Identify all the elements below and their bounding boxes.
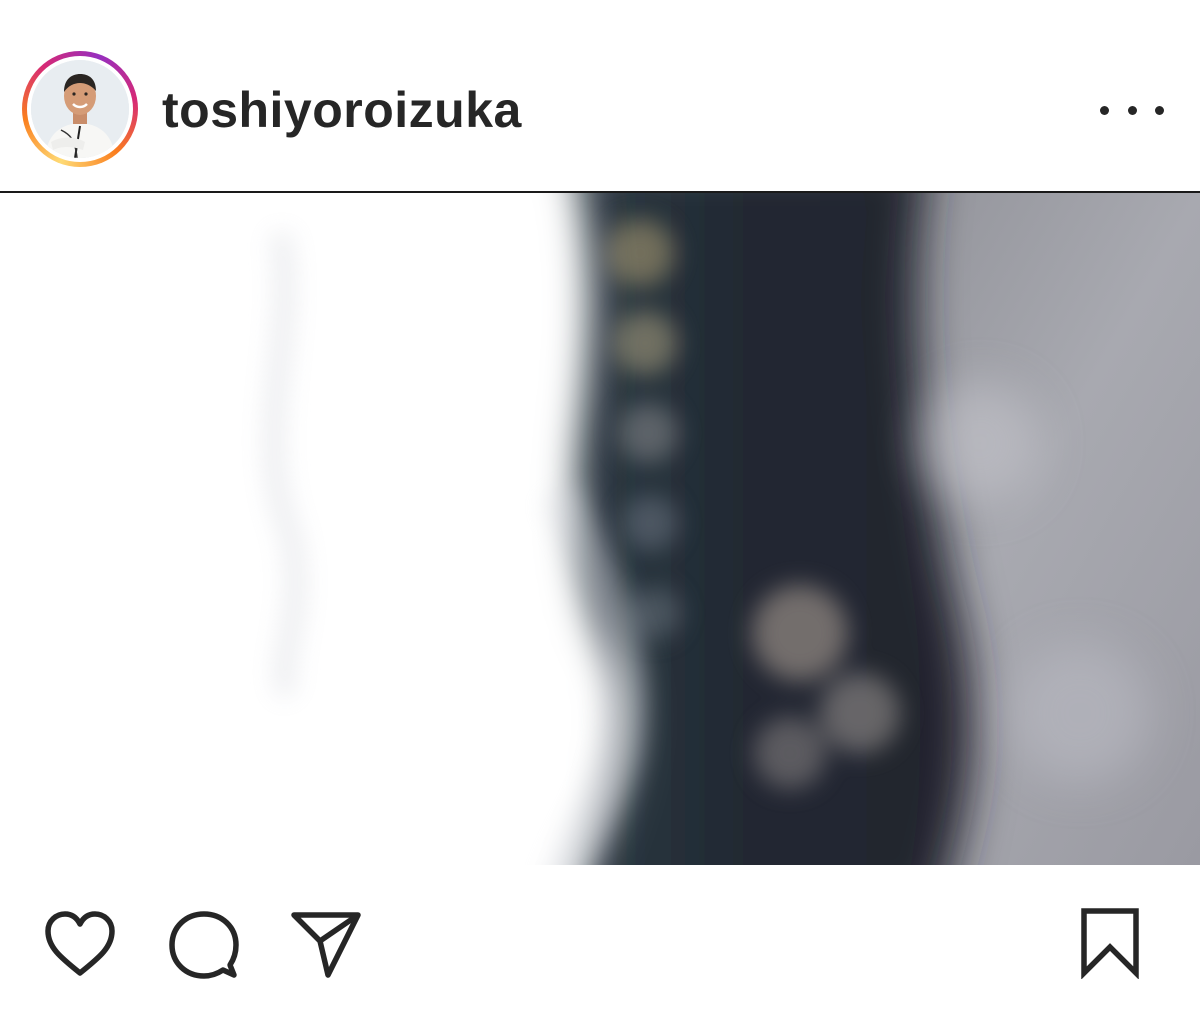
action-bar (0, 865, 1200, 1018)
share-button[interactable] (290, 909, 362, 981)
more-dot-icon (1100, 105, 1109, 115)
post-header: toshiyoroizuka (0, 0, 1200, 192)
username[interactable]: toshiyoroizuka (162, 82, 522, 138)
comment-button[interactable] (168, 909, 240, 981)
more-options-button[interactable] (1100, 92, 1164, 128)
more-dot-icon (1127, 105, 1137, 115)
send-icon (291, 912, 361, 978)
save-button[interactable] (1078, 907, 1142, 980)
avatar[interactable] (31, 60, 129, 158)
blurred-photo (0, 193, 1200, 865)
comment-icon (169, 911, 239, 979)
more-dot-icon (1155, 105, 1164, 115)
instagram-post: toshiyoroizuka (0, 0, 1200, 1018)
heart-icon (45, 911, 115, 976)
story-ring[interactable] (22, 51, 138, 167)
post-image[interactable] (0, 193, 1200, 865)
chef-avatar-icon (31, 60, 129, 158)
avatar-gap (27, 56, 133, 162)
bookmark-icon (1081, 908, 1139, 980)
like-button[interactable] (42, 909, 118, 979)
